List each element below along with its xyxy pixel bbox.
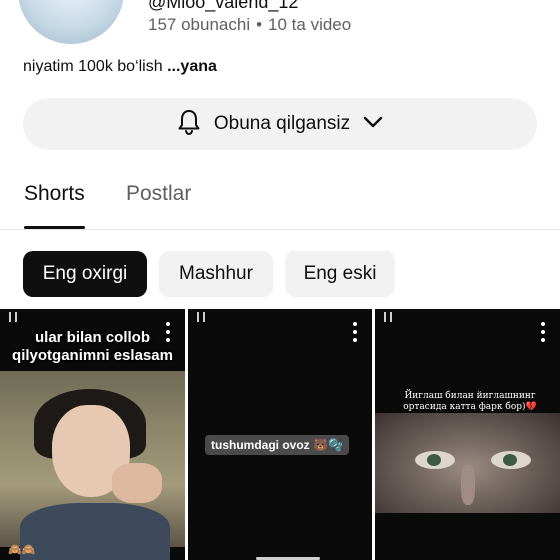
more-options-icon[interactable] <box>352 322 358 342</box>
short-emoji-1: 🙈🙈 <box>8 544 36 556</box>
tab-shorts-label: Shorts <box>24 182 85 205</box>
bell-icon <box>176 108 202 141</box>
video-count: 10 ta video <box>268 15 352 34</box>
tab-posts-label: Postlar <box>126 182 192 205</box>
shorts-mark-icon <box>197 312 205 322</box>
channel-handle: @Mloo_valend_12 <box>148 0 299 12</box>
subscribed-button[interactable]: Obuna qilgansiz <box>23 98 537 150</box>
subscriber-count: 157 obunachi <box>148 15 251 34</box>
meta-separator: • <box>256 15 263 34</box>
subscribed-label: Obuna qilgansiz <box>213 113 351 134</box>
channel-tabs: Shorts Postlar <box>0 168 560 230</box>
description-text: niyatim 100k bo‘lish <box>23 58 163 75</box>
short-image-1 <box>0 371 185 560</box>
channel-description[interactable]: niyatim 100k bo‘lish ...yana <box>23 58 217 76</box>
short-image-3 <box>375 413 560 513</box>
more-options-icon[interactable] <box>165 322 171 342</box>
filter-chip-oldest[interactable]: Eng eski <box>285 251 395 297</box>
channel-avatar[interactable] <box>18 0 124 44</box>
tab-shorts[interactable]: Shorts <box>24 182 85 229</box>
active-tab-indicator <box>24 226 85 229</box>
more-options-icon[interactable] <box>540 322 546 342</box>
description-more-link[interactable]: ...yana <box>167 58 217 75</box>
chevron-down-icon <box>362 115 384 134</box>
short-thumbnail-2[interactable]: tushumdagi ovoz 🐻🫧 <box>188 309 372 560</box>
tab-posts[interactable]: Postlar <box>126 182 191 206</box>
filter-chip-latest[interactable]: Eng oxirgi <box>23 251 147 297</box>
shorts-mark-icon <box>9 312 17 322</box>
short-caption-2: tushumdagi ovoz 🐻🫧 <box>205 435 349 455</box>
channel-meta: 157 obunachi • 10 ta video <box>148 15 351 35</box>
short-thumbnail-3[interactable]: Йиглаш билан йиглашнинг ортасида катта ф… <box>375 309 560 560</box>
short-caption-3: Йиглаш билан йиглашнинг ортасида катта ф… <box>403 391 537 412</box>
shorts-mark-icon <box>384 312 392 322</box>
short-thumbnail-1[interactable]: ular bilan collob qilyotganimni eslasam … <box>0 309 185 560</box>
short-caption-1: ular bilan collob qilyotganimni eslasam <box>12 329 173 364</box>
filter-chip-popular[interactable]: Mashhur <box>159 251 273 297</box>
